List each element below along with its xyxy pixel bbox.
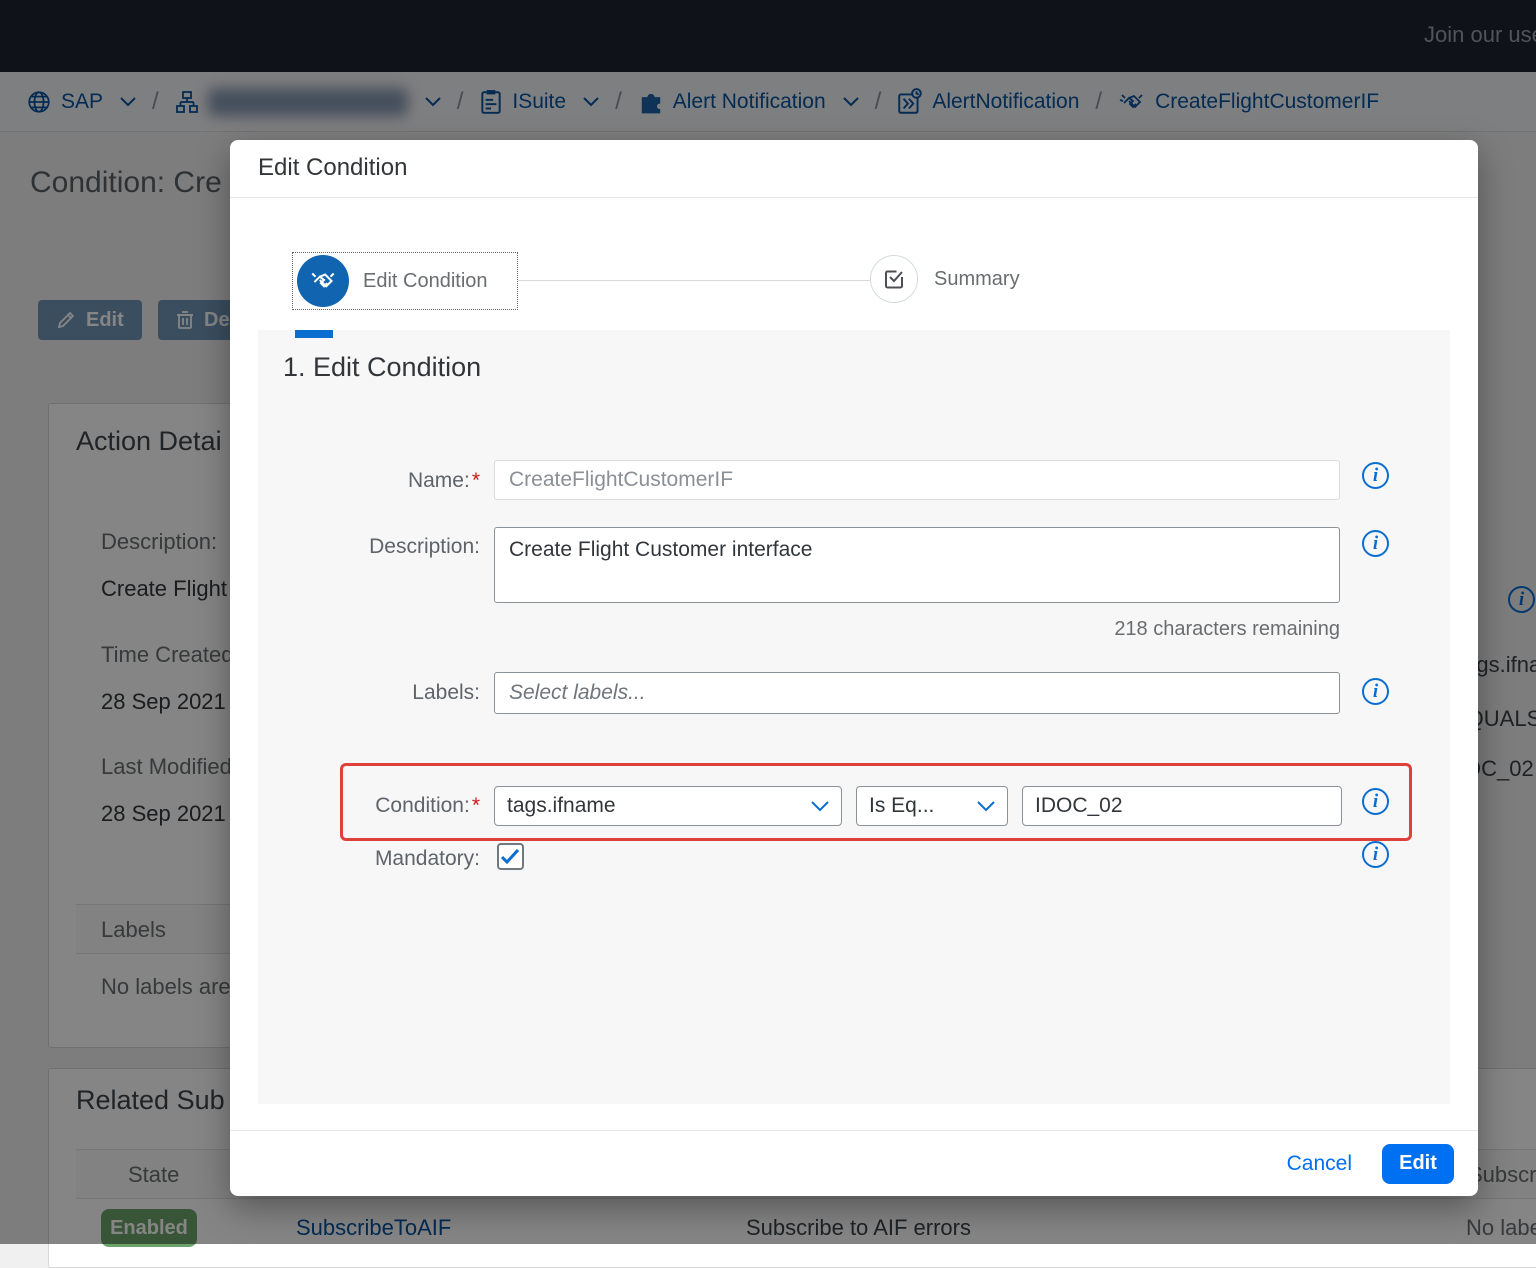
wizard-connector-line: [517, 280, 870, 281]
edit-submit-button[interactable]: Edit: [1382, 1144, 1454, 1184]
labels-input[interactable]: [494, 672, 1340, 714]
description-textarea[interactable]: Create Flight Customer interface: [494, 527, 1340, 603]
name-input[interactable]: [494, 460, 1340, 500]
labels-label: Labels:: [284, 681, 480, 705]
required-asterisk: *: [472, 469, 480, 492]
section-title: 1. Edit Condition: [283, 352, 481, 383]
info-icon[interactable]: i: [1362, 462, 1389, 489]
info-icon[interactable]: i: [1362, 678, 1389, 705]
wizard-step-label: Summary: [934, 268, 1020, 291]
wizard-step-edit-condition[interactable]: Edit Condition: [292, 252, 518, 310]
mandatory-checkbox[interactable]: [497, 843, 524, 870]
wizard-step-summary[interactable]: Summary: [870, 255, 1020, 303]
dialog-content: 1. Edit Condition Name:* i Description: …: [258, 330, 1450, 1104]
check-icon: [501, 849, 520, 864]
info-icon[interactable]: i: [1362, 841, 1389, 868]
mandatory-label: Mandatory:: [284, 847, 480, 871]
wizard-step-label: Edit Condition: [363, 270, 488, 293]
dialog-header: Edit Condition: [230, 140, 1478, 198]
annotation-highlight-box: [340, 763, 1412, 841]
description-label: Description:: [284, 535, 480, 559]
dialog-title: Edit Condition: [258, 154, 407, 182]
edit-condition-dialog: Edit Condition Edit Condition Summary 1.…: [230, 140, 1478, 1196]
info-icon[interactable]: i: [1362, 530, 1389, 557]
name-label: Name:*: [284, 469, 480, 493]
active-step-indicator: [295, 330, 333, 338]
dialog-footer: Cancel Edit: [230, 1130, 1478, 1196]
cancel-button[interactable]: Cancel: [1287, 1152, 1352, 1176]
characters-remaining: 218 characters remaining: [494, 618, 1340, 641]
handshake-icon: [297, 255, 349, 307]
check-square-icon: [870, 255, 918, 303]
